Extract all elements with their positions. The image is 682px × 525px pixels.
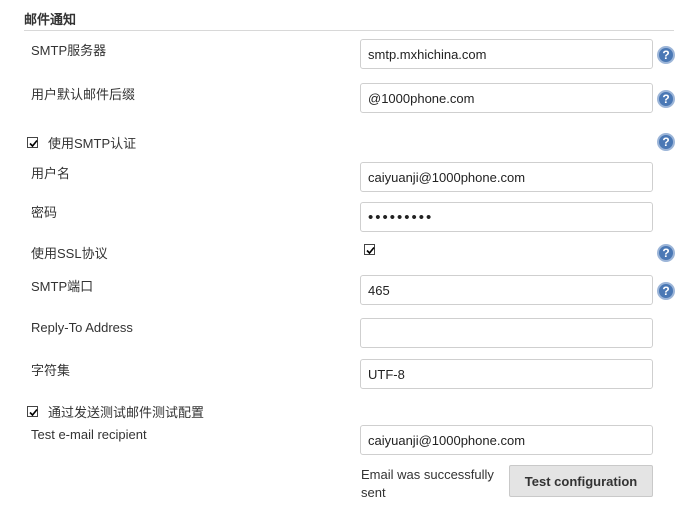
test-recipient-input[interactable] [360, 425, 653, 455]
smtp-port-input[interactable] [360, 275, 653, 305]
smtp-port-help-icon[interactable]: ? [657, 282, 675, 300]
smtp-server-label: SMTP服务器 [31, 43, 107, 58]
test-mail-label: 通过发送测试邮件测试配置 [48, 405, 205, 420]
default-suffix-label: 用户默认邮件后缀 [31, 87, 136, 102]
username-input[interactable] [360, 162, 653, 192]
password-label: 密码 [31, 205, 58, 220]
smtp-auth-row[interactable]: 使用SMTP认证 [27, 133, 136, 152]
smtp-auth-checkbox[interactable] [27, 137, 38, 148]
charset-input[interactable] [360, 359, 653, 389]
default-suffix-input[interactable] [360, 83, 653, 113]
default-suffix-help-icon[interactable]: ? [657, 90, 675, 108]
test-status-text: Email was successfully sent [361, 467, 494, 500]
test-recipient-label: Test e-mail recipient [31, 427, 147, 442]
smtp-port-label: SMTP端口 [31, 279, 94, 294]
reply-to-label: Reply-To Address [31, 320, 133, 335]
smtp-server-input[interactable] [360, 39, 653, 69]
test-mail-checkbox[interactable] [27, 406, 38, 417]
checkmark-icon [29, 139, 38, 148]
section-title: 邮件通知 [24, 12, 77, 27]
reply-to-input[interactable] [360, 318, 653, 348]
checkmark-icon [29, 408, 38, 417]
section-divider [24, 30, 674, 31]
test-configuration-button[interactable]: Test configuration [509, 465, 653, 497]
smtp-server-help-icon[interactable]: ? [657, 46, 675, 64]
password-input[interactable] [360, 202, 653, 232]
smtp-auth-label: 使用SMTP认证 [48, 136, 137, 151]
charset-label: 字符集 [31, 363, 71, 378]
smtp-auth-help-icon[interactable]: ? [657, 133, 675, 151]
use-ssl-checkbox[interactable] [364, 244, 375, 255]
checkmark-icon [366, 246, 375, 255]
use-ssl-label: 使用SSL协议 [31, 246, 108, 261]
use-ssl-help-icon[interactable]: ? [657, 244, 675, 262]
username-label: 用户名 [31, 166, 71, 181]
test-mail-row[interactable]: 通过发送测试邮件测试配置 [27, 402, 204, 421]
